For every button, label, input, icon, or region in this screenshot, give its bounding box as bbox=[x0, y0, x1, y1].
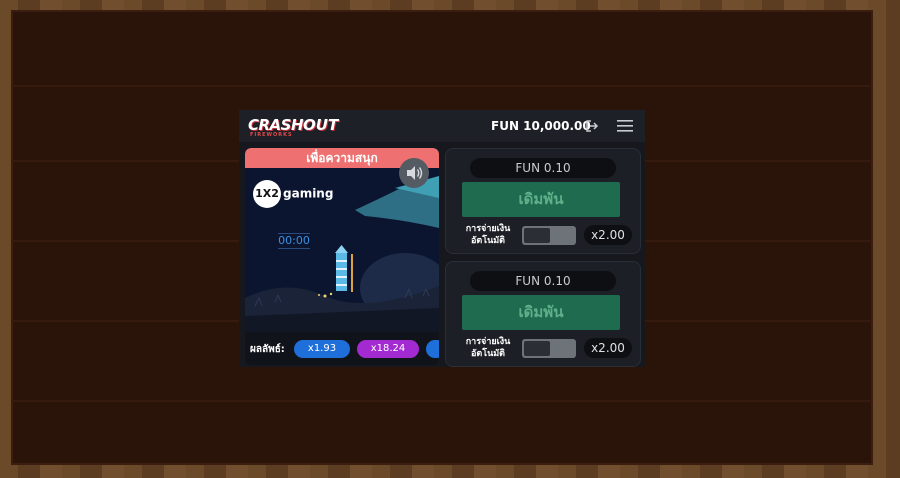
hamburger-menu-icon[interactable] bbox=[617, 119, 633, 133]
auto-cashout-label-line2: อัตโนมัติ bbox=[470, 236, 505, 246]
auto-cashout-toggle[interactable] bbox=[522, 226, 576, 245]
balance-display: FUN 10,000.00 bbox=[491, 119, 591, 133]
brand-text: gaming bbox=[283, 186, 334, 201]
provider-brand: 1X2 gaming bbox=[253, 180, 333, 208]
game-window: CRASHOUT FIREWORKS FUN 10,000.00 เพื่อคว… bbox=[239, 110, 645, 367]
auto-cashout-toggle[interactable] bbox=[522, 339, 576, 358]
result-chip-partial[interactable] bbox=[426, 340, 439, 358]
result-chip[interactable]: x18.24 bbox=[357, 340, 419, 358]
speaker-glyph-icon bbox=[407, 166, 423, 180]
game-logo: CRASHOUT FIREWORKS bbox=[248, 115, 339, 138]
results-bar: ผลลัพธ์: x1.93 x18.24 bbox=[245, 332, 439, 365]
auto-cashout-label: การจ่ายเงิน อัตโนมัติ bbox=[452, 336, 524, 360]
bet-panel-1: FUN 0.10 เดิมพัน การจ่ายเงิน อัตโนมัติ x… bbox=[445, 148, 641, 254]
bet-amount-display[interactable]: FUN 0.10 bbox=[470, 271, 616, 291]
place-bet-button[interactable]: เดิมพัน bbox=[462, 295, 620, 330]
top-bar: CRASHOUT FIREWORKS FUN 10,000.00 bbox=[239, 110, 645, 142]
result-chip[interactable]: x1.93 bbox=[294, 340, 350, 358]
plank-line bbox=[11, 85, 873, 87]
speaker-icon[interactable] bbox=[399, 158, 429, 188]
auto-cashout-label-line1: การจ่ายเงิน bbox=[465, 337, 511, 347]
auto-cashout-label: การจ่ายเงิน อัตโนมัติ bbox=[452, 223, 524, 247]
auto-cashout-label-line2: อัตโนมัติ bbox=[470, 349, 505, 359]
cashout-multiplier-field[interactable]: x2.00 bbox=[584, 338, 632, 358]
results-label: ผลลัพธ์: bbox=[250, 344, 285, 355]
logo-text-out: OUT bbox=[303, 116, 339, 134]
brand-badge: 1X2 bbox=[253, 180, 281, 208]
game-view-panel: เพื่อความสนุก 1X2 gaming 00:00 ผลลัพธ์: … bbox=[245, 148, 439, 365]
place-bet-button[interactable]: เดิมพัน bbox=[462, 182, 620, 217]
plank-line bbox=[11, 400, 873, 402]
toggle-knob bbox=[524, 341, 550, 356]
cashout-multiplier-field[interactable]: x2.00 bbox=[584, 225, 632, 245]
logout-icon[interactable] bbox=[585, 119, 599, 133]
bet-amount-display[interactable]: FUN 0.10 bbox=[470, 158, 616, 178]
auto-cashout-label-line1: การจ่ายเงิน bbox=[465, 224, 511, 234]
bet-panel-2: FUN 0.10 เดิมพัน การจ่ายเงิน อัตโนมัติ x… bbox=[445, 261, 641, 367]
logo-subtitle: FIREWORKS bbox=[250, 132, 293, 138]
round-timer: 00:00 bbox=[278, 233, 310, 249]
toggle-knob bbox=[524, 228, 550, 243]
